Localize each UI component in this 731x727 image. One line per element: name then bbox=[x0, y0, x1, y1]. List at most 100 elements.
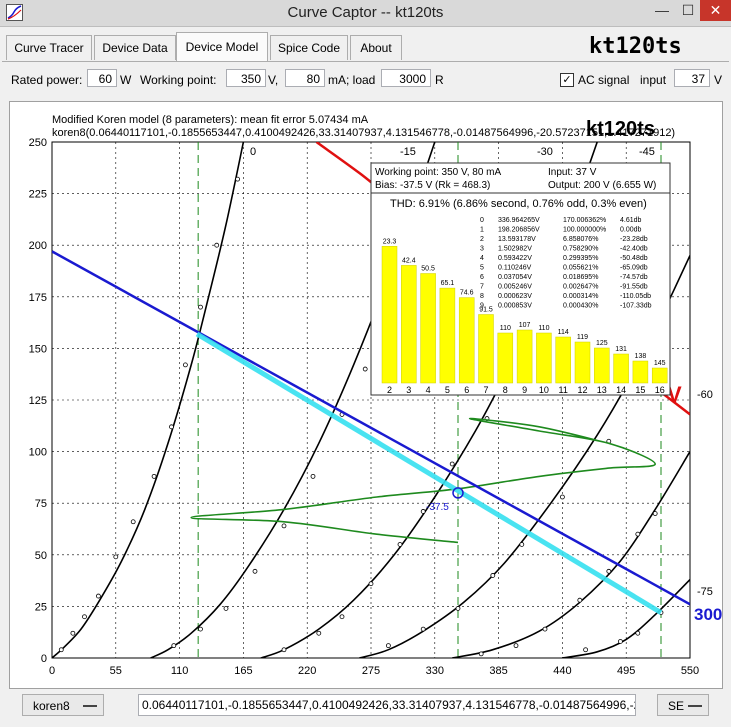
harmonic-cell: 0.000430% bbox=[563, 303, 598, 310]
measured-point bbox=[362, 366, 368, 372]
load-line-label: 300 bbox=[694, 605, 722, 624]
measured-point bbox=[198, 304, 203, 310]
ac-signal-checkbox[interactable]: ✓ bbox=[560, 73, 574, 87]
measured-point bbox=[316, 630, 322, 636]
harmonic-cell: 0.000853V bbox=[498, 303, 532, 310]
measured-point bbox=[490, 573, 496, 578]
y-tick-label: 50 bbox=[35, 550, 47, 562]
harmonic-index-label: 16 bbox=[655, 385, 665, 395]
harmonic-bar-label: 107 bbox=[519, 322, 531, 329]
rated-power-input[interactable]: 60 bbox=[87, 69, 117, 87]
harmonic-bar bbox=[497, 332, 514, 384]
harmonic-cell: 6 bbox=[480, 274, 484, 281]
harmonic-bar-label: 23.3 bbox=[383, 238, 397, 245]
measured-point bbox=[583, 647, 588, 653]
y-tick-label: 175 bbox=[29, 292, 47, 304]
minimize-button[interactable]: — bbox=[650, 0, 674, 21]
harmonic-cell: -110.05db bbox=[620, 293, 651, 300]
working-point-current-unit: mA; load bbox=[328, 73, 376, 87]
working-point-voltage-input[interactable]: 350 bbox=[226, 69, 266, 87]
measured-point bbox=[198, 626, 203, 632]
harmonic-cell: 6.858076% bbox=[563, 236, 598, 243]
tab-about[interactable]: About bbox=[350, 35, 402, 60]
plate-curve-chart[interactable]: 0 55 110 165 220 275 330 385 440 495 5500255075100… bbox=[10, 102, 723, 688]
harmonic-index-label: 8 bbox=[503, 385, 508, 395]
measured-point bbox=[652, 511, 658, 516]
input-label: input bbox=[640, 73, 667, 87]
harmonic-cell: 7 bbox=[480, 284, 484, 291]
harmonic-cell: 0.055621% bbox=[563, 265, 598, 272]
y-tick-label: 25 bbox=[35, 601, 47, 613]
measured-point bbox=[635, 531, 641, 537]
harmonic-cell: 0.002647% bbox=[563, 284, 598, 291]
x-tick-label: 275 bbox=[362, 665, 380, 677]
maximize-button[interactable]: ☐ bbox=[676, 0, 700, 21]
load-input[interactable]: 3000 bbox=[381, 69, 431, 87]
harmonic-index-label: 5 bbox=[445, 385, 450, 395]
measured-point bbox=[171, 643, 177, 649]
measured-point bbox=[82, 614, 87, 620]
measured-point bbox=[478, 651, 484, 657]
tab-device-model[interactable]: Device Model bbox=[176, 32, 268, 61]
measured-point bbox=[113, 554, 119, 560]
close-button[interactable]: ✕ bbox=[700, 0, 731, 21]
y-tick-label: 100 bbox=[29, 447, 47, 459]
harmonic-cell: -107.33db bbox=[620, 303, 652, 310]
harmonic-cell: -42.40db bbox=[620, 246, 648, 253]
measured-point bbox=[577, 597, 583, 603]
x-tick-label: 110 bbox=[171, 665, 189, 677]
harmonic-cell: 198.206856V bbox=[498, 227, 540, 234]
tab-curve-tracer[interactable]: Curve Tracer bbox=[6, 35, 92, 60]
harmonic-cell: 0.299395% bbox=[563, 255, 598, 262]
tab-spice-code[interactable]: Spice Code bbox=[270, 35, 348, 60]
harmonic-index-label: 2 bbox=[387, 385, 392, 395]
measured-point bbox=[96, 593, 101, 599]
tab-device-data[interactable]: Device Data bbox=[94, 35, 176, 60]
bias-label: -37.5 bbox=[426, 502, 449, 513]
model-params-field[interactable]: 0.06440117101,-0.1855653447,0.4100492426… bbox=[138, 694, 636, 716]
harmonic-bar-label: 65.1 bbox=[441, 280, 455, 287]
measured-point bbox=[618, 639, 623, 644]
tab-divider bbox=[2, 61, 729, 62]
model-select[interactable]: koren8 bbox=[22, 694, 104, 716]
harmonic-bar bbox=[632, 360, 649, 384]
harmonic-bar bbox=[555, 336, 571, 384]
thd-panel: Working point: 350 V, 80 mA Input: 37 V … bbox=[370, 162, 671, 396]
measured-point bbox=[385, 643, 391, 649]
measured-point bbox=[169, 424, 174, 430]
harmonic-bar bbox=[420, 273, 436, 384]
working-point-current-input[interactable]: 80 bbox=[285, 69, 325, 87]
measured-point bbox=[235, 176, 241, 182]
harmonic-cell: 4.61db bbox=[620, 217, 642, 224]
harmonic-index-label: 10 bbox=[539, 385, 549, 395]
ac-signal-label: AC signal bbox=[578, 73, 630, 87]
harmonic-bar bbox=[594, 347, 610, 384]
y-tick-label: 250 bbox=[29, 137, 47, 149]
tab-bar: Curve Tracer Device Data Device Model Sp… bbox=[0, 27, 731, 61]
harmonic-cell: 0.000314% bbox=[563, 293, 598, 300]
x-tick-label: 550 bbox=[681, 665, 699, 677]
measured-point bbox=[339, 614, 345, 620]
harmonic-index-label: 6 bbox=[464, 385, 469, 395]
x-tick-label: 0 bbox=[49, 665, 55, 677]
harmonic-index-label: 12 bbox=[577, 385, 587, 395]
harmonic-cell: 1 bbox=[480, 227, 484, 234]
plot-area: 0 55 110 165 220 275 330 385 440 495 550 0 25 50 75 100… bbox=[9, 101, 723, 689]
mode-select[interactable]: SE bbox=[657, 694, 709, 716]
harmonic-bar bbox=[381, 246, 398, 384]
measured-point bbox=[130, 519, 136, 525]
harmonic-bar-label: 110 bbox=[500, 325, 511, 332]
measured-point bbox=[449, 461, 455, 467]
measured-point bbox=[542, 626, 548, 632]
y-tick-label: 0 bbox=[41, 653, 47, 665]
harmonic-index-label: 7 bbox=[483, 385, 488, 395]
harmonic-bar bbox=[516, 329, 533, 384]
harmonic-cell: 170.006362% bbox=[563, 217, 606, 224]
input-voltage-field[interactable]: 37 bbox=[674, 69, 710, 87]
curve-label-75: -75 bbox=[697, 586, 713, 598]
curve-label-15: -15 bbox=[400, 146, 416, 158]
harmonic-cell: -74.57db bbox=[620, 274, 648, 281]
measured-point bbox=[513, 643, 519, 649]
measured-point bbox=[70, 630, 76, 636]
measured-point bbox=[214, 242, 220, 248]
